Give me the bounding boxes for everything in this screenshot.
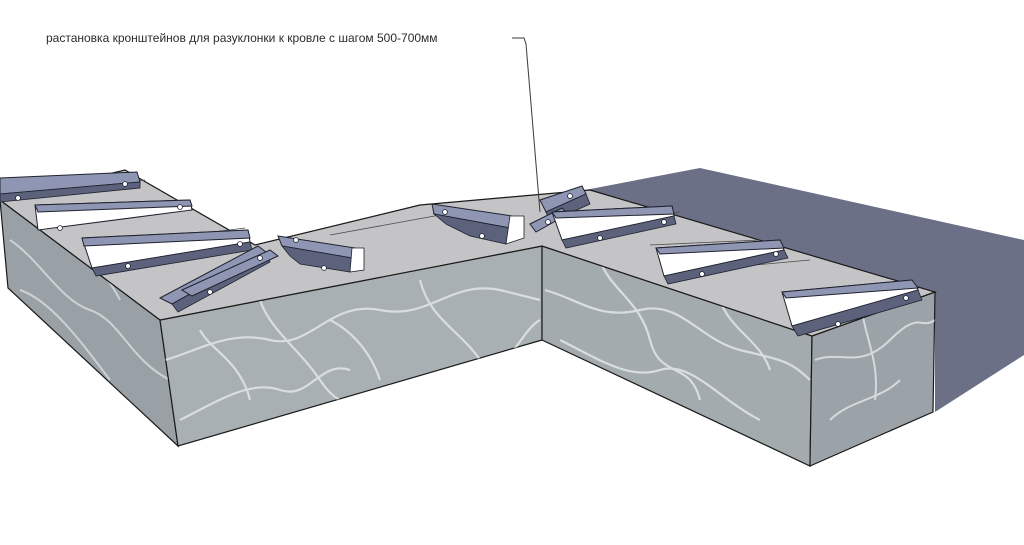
annotation-leader-line — [512, 37, 541, 213]
annotation-label: растановка кронштейнов для разуклонки к … — [46, 31, 438, 45]
diagram-canvas — [0, 37, 1024, 467]
